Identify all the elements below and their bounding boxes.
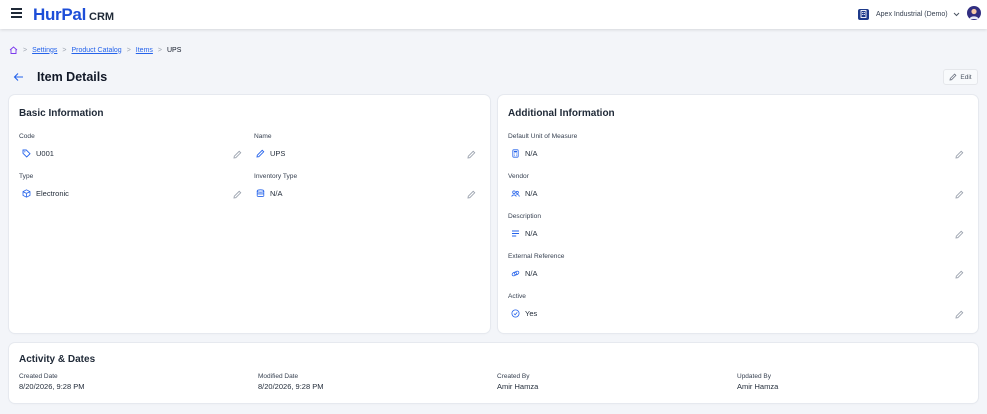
organization-switcher[interactable]: Apex Industrial (Demo) xyxy=(858,7,960,21)
brand-logo[interactable]: HurPal CRM xyxy=(33,5,114,25)
type-text: Electronic xyxy=(36,189,69,198)
description-text: N/A xyxy=(525,229,538,238)
active-value: Yes xyxy=(511,309,537,318)
basic-information-card: Basic Information Code U001 Name UPS Typ… xyxy=(9,95,490,333)
code-value: U001 xyxy=(22,149,54,158)
created-date-label: Created Date xyxy=(19,373,58,380)
edit-vendor-pencil-icon[interactable] xyxy=(955,190,964,199)
code-text: U001 xyxy=(36,149,54,158)
external-reference-label: External Reference xyxy=(508,253,565,260)
calculator-icon xyxy=(512,149,519,158)
brand-name: HurPal xyxy=(33,5,86,24)
edit-description-pencil-icon[interactable] xyxy=(955,230,964,239)
check-circle-icon xyxy=(511,309,520,318)
name-label: Name xyxy=(254,133,272,140)
modified-date-value: 8/20/2026, 9:28 PM xyxy=(258,382,324,391)
user-avatar[interactable] xyxy=(967,6,981,20)
users-icon xyxy=(511,190,520,197)
menu-icon[interactable] xyxy=(11,8,23,20)
back-arrow-icon[interactable] xyxy=(13,72,24,82)
updated-by-label: Updated By xyxy=(737,373,771,380)
name-text: UPS xyxy=(270,149,286,158)
edit-button[interactable]: Edit xyxy=(943,69,978,85)
text-lines-icon xyxy=(512,230,519,237)
code-label: Code xyxy=(19,133,35,140)
breadcrumb-separator: > xyxy=(23,46,28,54)
edit-type-pencil-icon[interactable] xyxy=(233,190,242,199)
activity-dates-card: Activity & Dates Created Date 8/20/2026,… xyxy=(9,343,978,403)
pencil-icon xyxy=(256,149,265,158)
breadcrumb-current: UPS xyxy=(167,46,182,54)
external-reference-value: N/A xyxy=(511,269,538,278)
active-label: Active xyxy=(508,293,526,300)
brand-suffix: CRM xyxy=(89,11,115,23)
page-title: Item Details xyxy=(37,70,108,84)
chevron-down-icon xyxy=(953,12,959,16)
breadcrumb-settings[interactable]: Settings xyxy=(32,47,57,54)
edit-name-pencil-icon[interactable] xyxy=(467,150,476,159)
external-reference-text: N/A xyxy=(525,269,538,278)
tag-icon xyxy=(22,149,31,158)
modified-date-label: Modified Date xyxy=(258,373,299,380)
activity-dates-title: Activity & Dates xyxy=(19,354,96,365)
unit-of-measure-value: N/A xyxy=(511,149,538,158)
pencil-icon xyxy=(949,73,957,81)
additional-information-title: Additional Information xyxy=(508,108,615,119)
box-icon xyxy=(22,189,31,198)
type-value: Electronic xyxy=(22,189,69,198)
unit-of-measure-text: N/A xyxy=(525,149,538,158)
database-icon xyxy=(256,189,265,197)
breadcrumb-separator: > xyxy=(62,46,67,54)
inventory-type-label: Inventory Type xyxy=(254,173,298,180)
created-date-value: 8/20/2026, 9:28 PM xyxy=(19,382,85,391)
updated-by-value: Amir Hamza xyxy=(737,382,779,391)
edit-external-reference-pencil-icon[interactable] xyxy=(955,270,964,279)
breadcrumb-separator: > xyxy=(126,46,131,54)
inventory-type-text: N/A xyxy=(270,189,283,198)
description-label: Description xyxy=(508,213,541,220)
breadcrumb-items[interactable]: Items xyxy=(136,47,153,54)
link-icon xyxy=(511,270,520,277)
breadcrumb-separator: > xyxy=(157,46,162,54)
additional-information-card: Additional Information Default Unit of M… xyxy=(498,95,978,333)
breadcrumb: > Settings > Product Catalog > Items > U… xyxy=(9,45,181,55)
edit-active-pencil-icon[interactable] xyxy=(955,310,964,319)
organization-name: Apex Industrial (Demo) xyxy=(876,10,948,18)
edit-inventory-type-pencil-icon[interactable] xyxy=(467,190,476,199)
vendor-value: N/A xyxy=(511,189,538,198)
vendor-label: Vendor xyxy=(508,173,529,180)
top-bar: HurPal CRM Apex Industrial (Demo) xyxy=(0,0,987,29)
edit-button-label: Edit xyxy=(960,73,972,81)
building-icon xyxy=(858,8,869,20)
name-value: UPS xyxy=(256,149,285,158)
created-by-value: Amir Hamza xyxy=(497,382,539,391)
home-icon[interactable] xyxy=(9,46,18,54)
inventory-type-value: N/A xyxy=(256,189,283,198)
basic-information-title: Basic Information xyxy=(19,108,104,119)
breadcrumb-product-catalog[interactable]: Product Catalog xyxy=(71,47,121,54)
type-label: Type xyxy=(19,173,34,180)
active-text: Yes xyxy=(525,309,538,318)
created-by-label: Created By xyxy=(497,373,530,380)
edit-unit-of-measure-pencil-icon[interactable] xyxy=(955,150,964,159)
edit-code-pencil-icon[interactable] xyxy=(233,150,242,159)
description-value: N/A xyxy=(511,229,538,238)
unit-of-measure-label: Default Unit of Measure xyxy=(508,133,578,140)
vendor-text: N/A xyxy=(525,189,538,198)
